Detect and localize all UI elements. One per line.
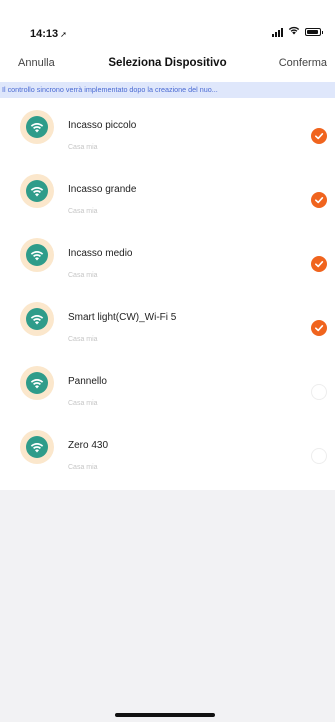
unchecked-circle-icon[interactable] <box>311 448 327 464</box>
check-icon[interactable] <box>311 320 327 336</box>
device-name: Zero 430 <box>68 440 109 451</box>
device-name: Incasso grande <box>68 184 137 195</box>
device-room: Casa mia <box>68 400 98 407</box>
battery-icon <box>305 27 323 36</box>
device-room: Casa mia <box>68 208 98 215</box>
info-banner: Il controllo sincrono verrà implementato… <box>0 82 335 98</box>
check-icon[interactable] <box>311 128 327 144</box>
unchecked-circle-icon[interactable] <box>311 384 327 400</box>
device-name: Incasso piccolo <box>68 120 137 131</box>
device-row-incasso-grande[interactable]: Incasso grande Casa mia <box>0 162 335 226</box>
status-time: 14:13 ➚ <box>30 28 67 40</box>
device-room: Casa mia <box>68 464 98 471</box>
status-time-text: 14:13 <box>30 28 59 40</box>
device-room: Casa mia <box>68 336 98 343</box>
device-row-smart-light[interactable]: Smart light(CW)_Wi-Fi 5 Casa mia <box>0 290 335 354</box>
wifi-bulb-icon <box>20 238 54 272</box>
device-list: Incasso piccolo Casa mia Incasso grande … <box>0 98 335 490</box>
device-room: Casa mia <box>68 272 98 279</box>
check-icon[interactable] <box>311 256 327 272</box>
device-name: Pannello <box>68 376 107 387</box>
device-name: Incasso medio <box>68 248 133 259</box>
status-icons <box>272 26 323 37</box>
device-row-pannello[interactable]: Pannello Casa mia <box>0 354 335 418</box>
status-bar: 14:13 ➚ <box>0 0 335 48</box>
wifi-bulb-icon <box>20 302 54 336</box>
wifi-icon <box>288 26 300 37</box>
check-icon[interactable] <box>311 192 327 208</box>
home-indicator[interactable] <box>115 713 215 717</box>
device-row-incasso-piccolo[interactable]: Incasso piccolo Casa mia <box>0 98 335 162</box>
wifi-bulb-icon <box>20 430 54 464</box>
wifi-bulb-icon <box>20 110 54 144</box>
device-row-incasso-medio[interactable]: Incasso medio Casa mia <box>0 226 335 290</box>
device-row-zero-430[interactable]: Zero 430 Casa mia <box>0 418 335 482</box>
device-room: Casa mia <box>68 144 98 151</box>
wifi-bulb-icon <box>20 174 54 208</box>
wifi-bulb-icon <box>20 366 54 400</box>
device-name: Smart light(CW)_Wi-Fi 5 <box>68 312 177 323</box>
confirm-button[interactable]: Conferma <box>279 57 327 69</box>
location-arrow-icon: ➚ <box>60 30 67 39</box>
cellular-signal-icon <box>272 27 283 37</box>
navigation-bar: Annulla Seleziona Dispositivo Conferma <box>0 48 335 82</box>
